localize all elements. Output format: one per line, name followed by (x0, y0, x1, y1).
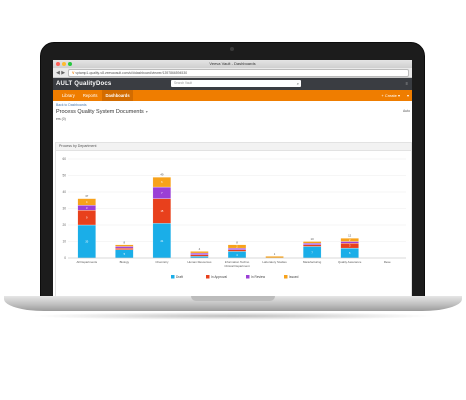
x-category-label: All Departments (76, 260, 97, 264)
bar-segment[interactable] (190, 252, 209, 255)
laptop-bezel: Veeva Vault - Dashboards ◀ ▶ V vptamp1-q… (40, 42, 425, 307)
title-row: Process Quality System Documents ▾ Auto (53, 107, 412, 116)
bar-total-label: 37 (85, 194, 89, 198)
x-category-label: Quality Assurance (338, 260, 362, 264)
x-category-label: Chemistry (155, 260, 169, 264)
x-category-sublabel: Clinical Department (224, 264, 249, 268)
bar-segment[interactable] (302, 241, 322, 244)
bar-total-label: 8 (124, 240, 126, 244)
y-tick-label: 10 (62, 240, 66, 244)
screen: Veeva Vault - Dashboards ◀ ▶ V vptamp1-q… (53, 60, 412, 306)
x-category-label: Rese (384, 260, 391, 264)
x-category-label: Laboratory Studies (262, 260, 287, 264)
bar-segment[interactable] (302, 243, 322, 245)
window-controls[interactable] (56, 62, 72, 66)
y-tick-label: 50 (62, 174, 66, 178)
bar-segment[interactable] (115, 244, 134, 247)
chart-panel: Process by Department 0 10 20 30 40 50 60 20 9 3 4… (55, 142, 412, 304)
legend-label: Issued (289, 275, 299, 279)
search-input[interactable]: Search Vault ⌕ (171, 80, 301, 87)
search-placeholder: Search Vault (174, 81, 193, 85)
laptop-shadow (30, 312, 436, 320)
legend-swatch (171, 275, 175, 279)
legend-label: In Approval (211, 275, 227, 279)
header-menu-icon[interactable]: ≡ (406, 81, 408, 86)
bar-segment[interactable] (190, 254, 209, 257)
y-tick-label: 0 (64, 256, 66, 260)
auto-refresh-label[interactable]: Auto (403, 109, 410, 113)
tab-reports[interactable]: Reports (80, 90, 101, 101)
x-category-label: Human Resources (187, 260, 211, 264)
bar-total-label: 1 (274, 252, 276, 256)
bar-total-label: 49 (160, 173, 164, 177)
user-menu-icon[interactable]: ▾ (407, 90, 409, 101)
filter-summary: ers (0) (56, 117, 66, 121)
create-label: Create (384, 93, 397, 98)
legend-swatch (246, 275, 250, 279)
close-window-icon[interactable] (56, 62, 60, 66)
bar-segment[interactable] (115, 247, 134, 250)
laptop-notch (191, 296, 275, 301)
bar-segment[interactable] (190, 251, 209, 254)
legend-swatch (284, 275, 288, 279)
create-button[interactable]: + Create ▾ (381, 90, 400, 101)
url-text: vptamp1-quality-v8.veevavault.com/ui/#da… (75, 70, 188, 75)
window-title: Veeva Vault - Dashboards (209, 61, 256, 66)
main-nav: Library Reports Dashboards + Create ▾ ▾ (53, 90, 412, 101)
bar-total-label: 8 (236, 240, 238, 244)
y-tick-label: 40 (62, 190, 66, 194)
browser-toolbar: ◀ ▶ V vptamp1-quality-v8.veevavault.com/… (53, 68, 412, 78)
x-category-label: Manufacturing (303, 260, 322, 264)
tab-library[interactable]: Library (59, 90, 78, 101)
legend-label: Draft (176, 275, 183, 279)
app-logo: AULT QualityDocs (56, 81, 112, 87)
app-header: AULT QualityDocs Search Vault ⌕ ≡ (53, 78, 412, 90)
maximize-window-icon[interactable] (68, 62, 72, 66)
legend-label: In Review (251, 275, 266, 279)
y-tick-label: 60 (62, 157, 66, 161)
panel-title: Process by Department (56, 143, 411, 151)
bar-segment[interactable] (302, 244, 322, 247)
x-category-label: Biology (120, 260, 130, 264)
tab-dashboards[interactable]: Dashboards (102, 90, 133, 101)
chevron-down-icon[interactable]: ▾ (146, 109, 148, 114)
address-bar[interactable]: V vptamp1-quality-v8.veevavault.com/ui/#… (68, 68, 409, 77)
page-title: Process Quality System Documents (56, 108, 144, 115)
y-tick-label: 30 (62, 207, 66, 211)
minimize-window-icon[interactable] (62, 62, 66, 66)
bar-segment[interactable] (115, 246, 134, 249)
bar-total-label: 10 (311, 237, 315, 241)
window-titlebar: Veeva Vault - Dashboards (53, 60, 412, 68)
stacked-bar-chart: 01020304050602093437All Departments58Bio… (62, 157, 406, 279)
bar-total-label: 4 (199, 247, 201, 251)
back-forward-icon[interactable]: ◀ ▶ (56, 70, 65, 76)
search-icon[interactable]: ⌕ (297, 80, 299, 87)
bar-total-label: 12 (348, 234, 352, 238)
camera-icon (230, 47, 234, 51)
bar-segment[interactable] (227, 249, 247, 252)
y-tick-label: 20 (62, 223, 66, 227)
legend-swatch (206, 275, 210, 279)
